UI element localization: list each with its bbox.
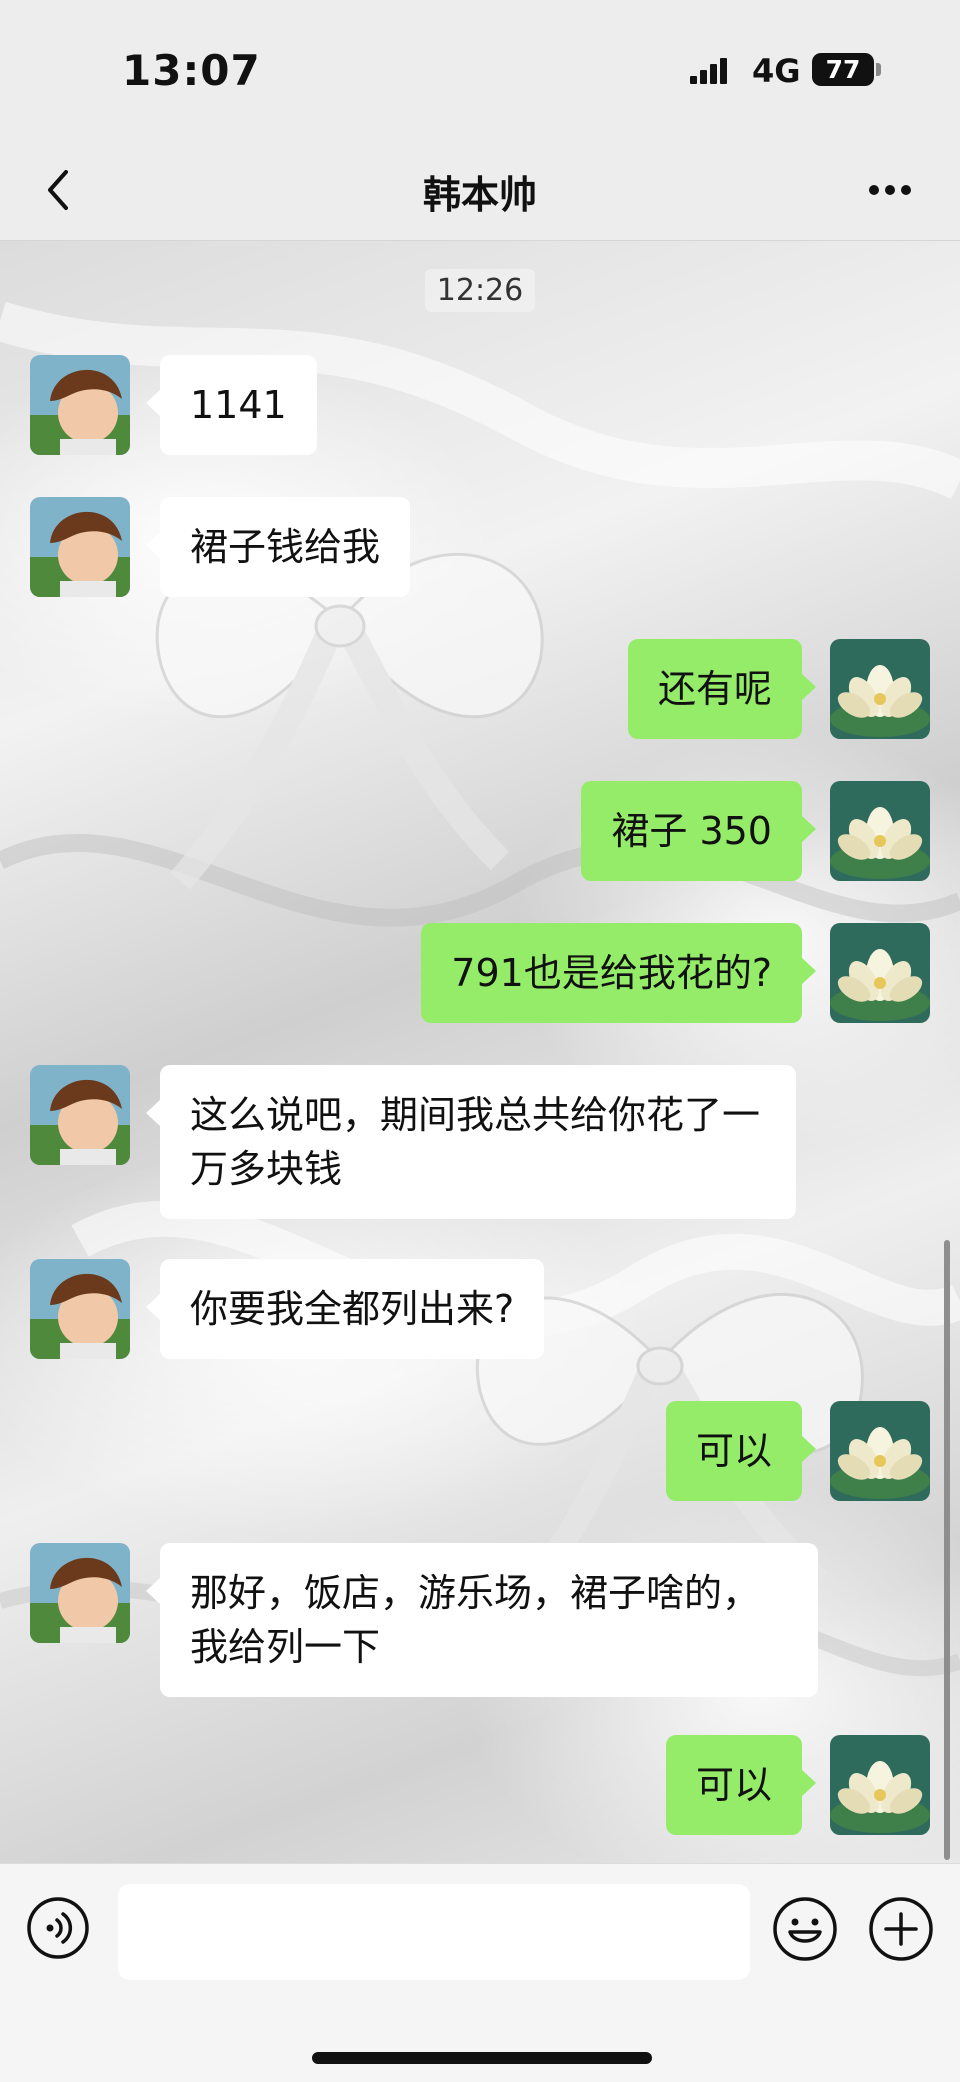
signal-icon <box>690 58 727 84</box>
voice-input-icon[interactable] <box>26 1896 90 1960</box>
user-avatar-icon[interactable] <box>830 1401 930 1501</box>
user-avatar-icon[interactable] <box>830 923 930 1023</box>
received-message-bubble[interactable]: 那好，饭店，游乐场，裙子啥的，我给列一下 <box>146 1543 818 1697</box>
emoji-icon[interactable] <box>772 1896 838 1962</box>
chat-scrollbar[interactable] <box>944 1240 950 1860</box>
received-message-bubble[interactable]: 你要我全都列出来? <box>145 1259 545 1359</box>
contact-avatar-icon[interactable] <box>30 497 130 597</box>
message-input[interactable] <box>118 1884 750 1980</box>
sent-message-bubble[interactable]: 791也是给我花的? <box>421 923 816 1023</box>
received-message-bubble[interactable]: 1141 <box>146 355 317 455</box>
battery-tip <box>876 63 881 76</box>
contact-avatar-icon[interactable] <box>30 355 130 455</box>
home-indicator[interactable] <box>312 2052 652 2064</box>
chat-title: 韩本帅 <box>422 173 537 217</box>
received-message-bubble[interactable]: 这么说吧，期间我总共给你花了一万多块钱 <box>146 1065 796 1219</box>
user-avatar-icon[interactable] <box>830 639 930 739</box>
input-bar <box>0 1863 960 2082</box>
sent-message-bubble[interactable]: 裙子 350 <box>581 781 816 881</box>
network-type: 4G <box>752 52 801 90</box>
status-time: 13:07 <box>122 46 261 95</box>
add-attachment-icon[interactable] <box>868 1896 934 1962</box>
received-message-bubble[interactable]: 裙子钱给我 <box>145 497 411 597</box>
contact-avatar-icon[interactable] <box>30 1259 130 1359</box>
chat-header: 韩本帅 <box>0 140 960 241</box>
chat-area[interactable]: 12:26 1141 裙子钱给我 还有呢 裙子 350 791也是给我花的? 这… <box>0 241 960 1863</box>
chat-timestamp: 12:26 <box>0 269 960 312</box>
more-options-icon[interactable] <box>860 170 920 210</box>
timestamp-text: 12:26 <box>424 269 536 312</box>
user-avatar-icon[interactable] <box>830 781 930 881</box>
sent-message-bubble[interactable]: 还有呢 <box>627 639 817 739</box>
contact-avatar-icon[interactable] <box>30 1543 130 1643</box>
battery-icon: 77 <box>812 53 874 86</box>
sent-message-bubble[interactable]: 可以 <box>665 1401 817 1501</box>
status-bar: 13:07 4G 77 <box>0 0 960 140</box>
sent-message-bubble[interactable]: 可以 <box>665 1735 817 1835</box>
user-avatar-icon[interactable] <box>830 1735 930 1835</box>
contact-avatar-icon[interactable] <box>30 1065 130 1165</box>
